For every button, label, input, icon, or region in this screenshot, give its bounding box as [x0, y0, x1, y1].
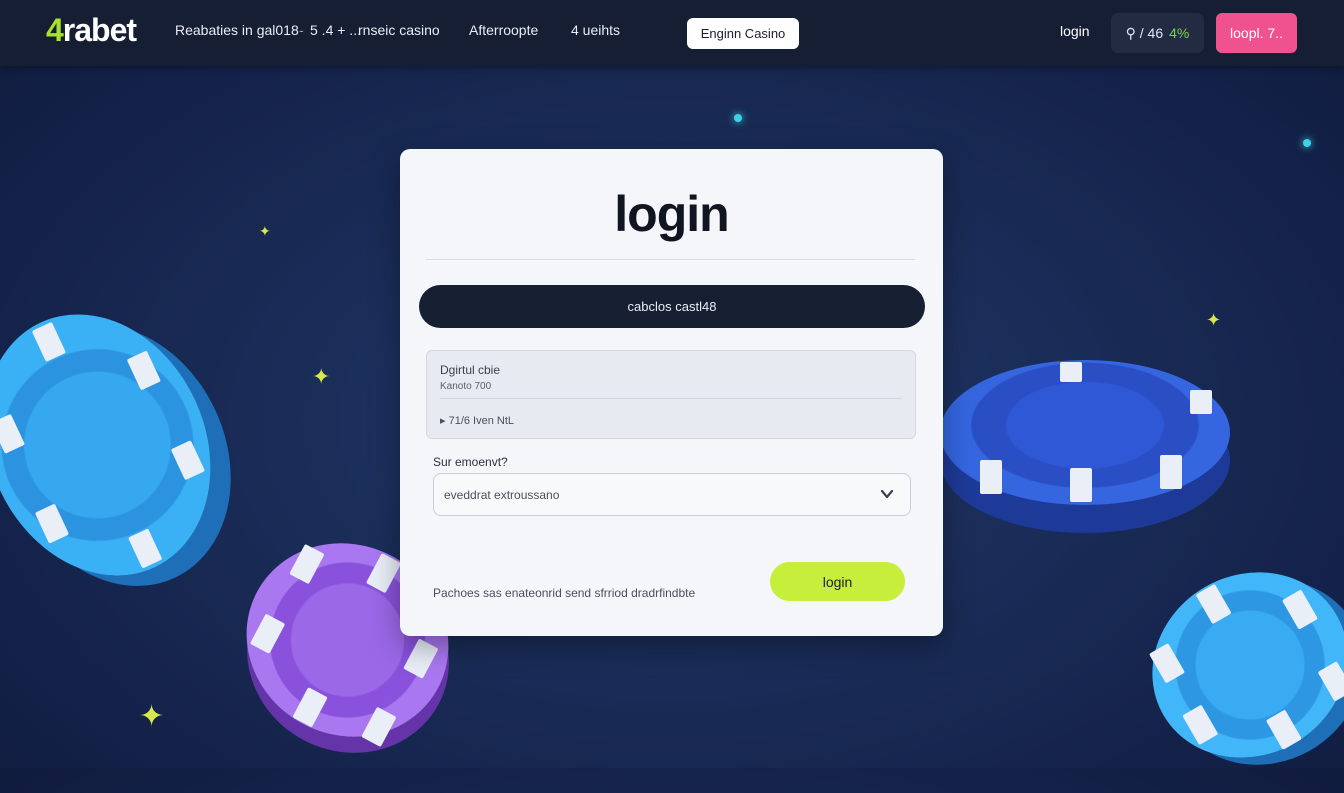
info-title: Dgirtul cbie — [440, 363, 501, 377]
nav-link-promo[interactable]: 5 .4 + ... — [310, 22, 361, 38]
balance-label: ⚲ / 46 — [1125, 24, 1164, 41]
account-info-box[interactable]: Dgirtul cbie Kanoto 700 ▸ 71/6 Iven NtL — [426, 350, 916, 439]
nav-link-ueihts[interactable]: 4 ueihts — [571, 22, 620, 38]
balance-widget[interactable]: ⚲ / 46 4% — [1111, 13, 1204, 53]
social-login-button[interactable]: cabclos castl48 — [419, 285, 925, 328]
chevron-down-icon — [880, 489, 894, 499]
select-label: Sur emoenvt? — [433, 455, 508, 469]
glow-dot-icon — [1303, 139, 1311, 147]
register-button[interactable]: loopl. 7.. — [1216, 13, 1297, 53]
info-subtitle: Kanoto 700 — [440, 381, 492, 392]
logo-suffix: rabet — [62, 12, 137, 48]
nav-link-reabaties[interactable]: Reabaties in gal018 — [175, 22, 299, 38]
poker-chip-blue-bottom-right — [1118, 537, 1344, 793]
sparkle-icon: ✦ — [312, 364, 331, 389]
select-value: eveddrat extroussano — [444, 488, 560, 502]
brand-logo[interactable]: 4rabet — [46, 12, 137, 49]
nav-separator: - — [299, 22, 304, 38]
poker-chip-blue-right — [940, 360, 1230, 505]
nav-link-afterroopte[interactable]: Afterroopte — [469, 22, 538, 38]
info-divider — [440, 398, 902, 399]
logo-prefix: 4 — [46, 12, 64, 48]
sparkle-icon: ✦ — [1206, 310, 1222, 330]
info-footer: ▸ 71/6 Iven NtL — [440, 415, 515, 427]
balance-value: 4% — [1169, 25, 1190, 41]
casino-button[interactable]: Enginn Casino — [687, 18, 799, 49]
sparkle-icon: ✦ — [259, 223, 271, 239]
sparkle-icon: ✦ — [139, 700, 165, 733]
terms-text: Pachoes sas enateonrid send sfrriod drad… — [433, 586, 696, 600]
top-navbar: 4rabet Reabaties in gal018 - 5 .4 + ... … — [0, 0, 1344, 66]
login-title: login — [614, 186, 729, 242]
poker-chip-blue-left — [0, 277, 252, 613]
title-divider — [426, 259, 915, 260]
login-card: login cabclos castl48 Dgirtul cbie Kanot… — [400, 149, 943, 636]
nav-link-casino[interactable]: rnseic casino — [358, 22, 440, 38]
login-submit-button[interactable]: login — [770, 562, 905, 601]
account-select[interactable]: eveddrat extroussano — [433, 473, 911, 516]
header-login-link[interactable]: login — [1060, 23, 1090, 39]
glow-dot-icon — [734, 114, 742, 122]
